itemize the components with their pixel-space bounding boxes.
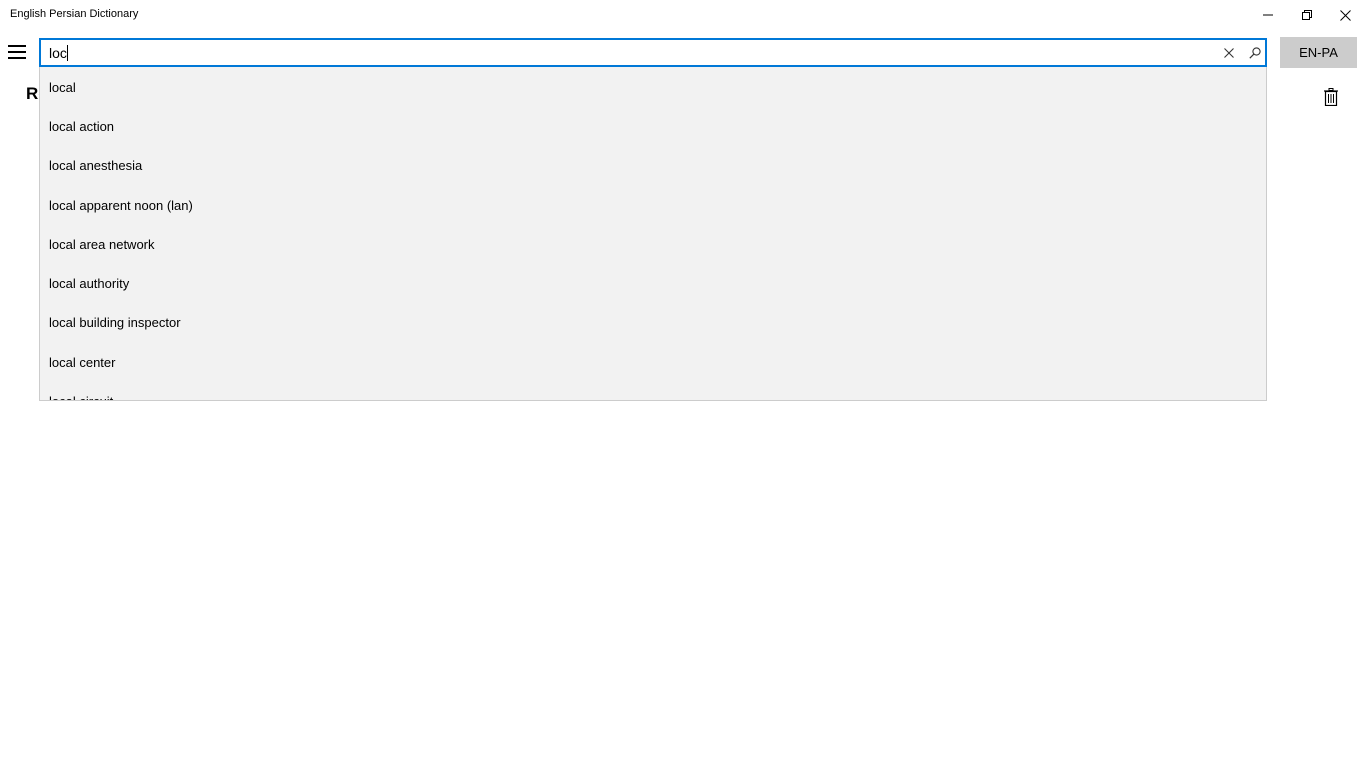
hamburger-icon bbox=[8, 45, 26, 59]
search-input[interactable]: loc bbox=[39, 38, 1267, 67]
minimize-button[interactable] bbox=[1248, 0, 1287, 30]
close-button[interactable] bbox=[1326, 0, 1365, 30]
suggestions-dropdown[interactable]: local local action local anesthesia loca… bbox=[39, 67, 1267, 401]
suggestion-item[interactable]: local action bbox=[49, 107, 1249, 146]
search-icon bbox=[1249, 47, 1261, 59]
hamburger-menu-button[interactable] bbox=[4, 38, 30, 66]
restore-button[interactable] bbox=[1287, 0, 1326, 30]
search-input-value: loc bbox=[49, 45, 68, 61]
suggestion-item[interactable]: local authority bbox=[49, 264, 1249, 303]
suggestion-item[interactable]: local building inspector bbox=[49, 303, 1249, 342]
close-icon bbox=[1224, 48, 1234, 58]
trash-icon bbox=[1324, 88, 1338, 106]
suggestion-item[interactable]: local apparent noon (lan) bbox=[49, 186, 1249, 225]
suggestion-item[interactable]: local anesthesia bbox=[49, 146, 1249, 185]
restore-icon bbox=[1301, 10, 1312, 20]
title-bar: English Persian Dictionary bbox=[0, 0, 1366, 30]
search-button[interactable] bbox=[1245, 43, 1265, 63]
app-title: English Persian Dictionary bbox=[10, 8, 139, 20]
clear-search-button[interactable] bbox=[1219, 43, 1239, 63]
minimize-icon bbox=[1262, 14, 1273, 16]
suggestion-item[interactable]: local bbox=[49, 68, 1249, 107]
text-caret bbox=[66, 45, 68, 61]
delete-history-button[interactable] bbox=[1320, 85, 1342, 109]
suggestion-item[interactable]: local area network bbox=[49, 225, 1249, 264]
suggestion-item[interactable]: local center bbox=[49, 343, 1249, 382]
close-icon bbox=[1340, 9, 1351, 21]
suggestion-item[interactable]: local circuit bbox=[49, 382, 1249, 400]
language-toggle-button[interactable]: EN-PA bbox=[1280, 37, 1357, 68]
